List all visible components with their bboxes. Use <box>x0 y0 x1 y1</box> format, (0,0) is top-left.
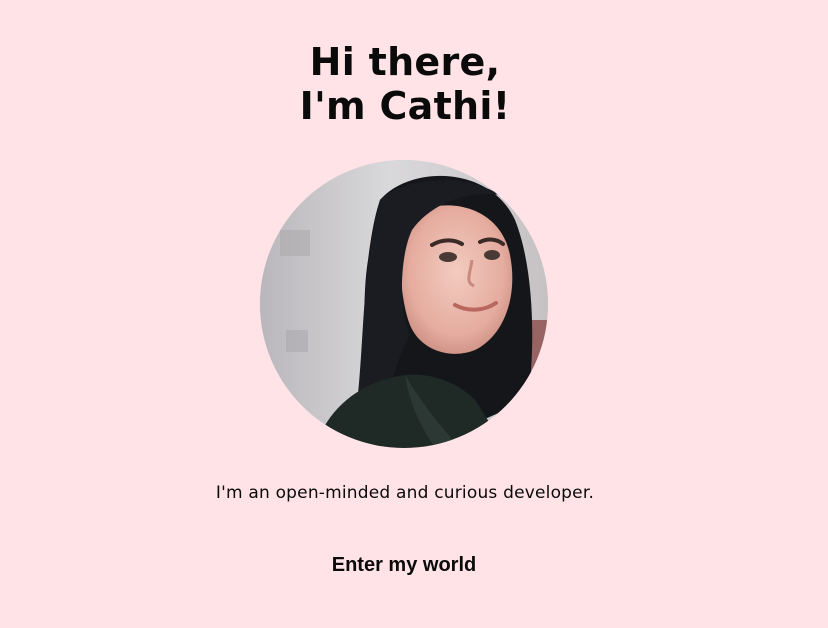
greeting-line-2: I'm Cathi! <box>299 84 511 128</box>
profile-photo <box>260 160 548 448</box>
page-title: Hi there, I'm Cathi! <box>0 40 810 128</box>
enter-my-world-link[interactable]: Enter my world <box>0 552 808 578</box>
enter-my-world-label: Enter my world <box>331 554 477 576</box>
greeting-line-1: Hi there, <box>309 40 501 84</box>
hero-section: Hi there, I'm Cathi! I'm an open-minded … <box>0 0 828 628</box>
tagline: I'm an open-minded and curious developer… <box>215 483 595 503</box>
profile-photo-icon <box>260 160 548 448</box>
